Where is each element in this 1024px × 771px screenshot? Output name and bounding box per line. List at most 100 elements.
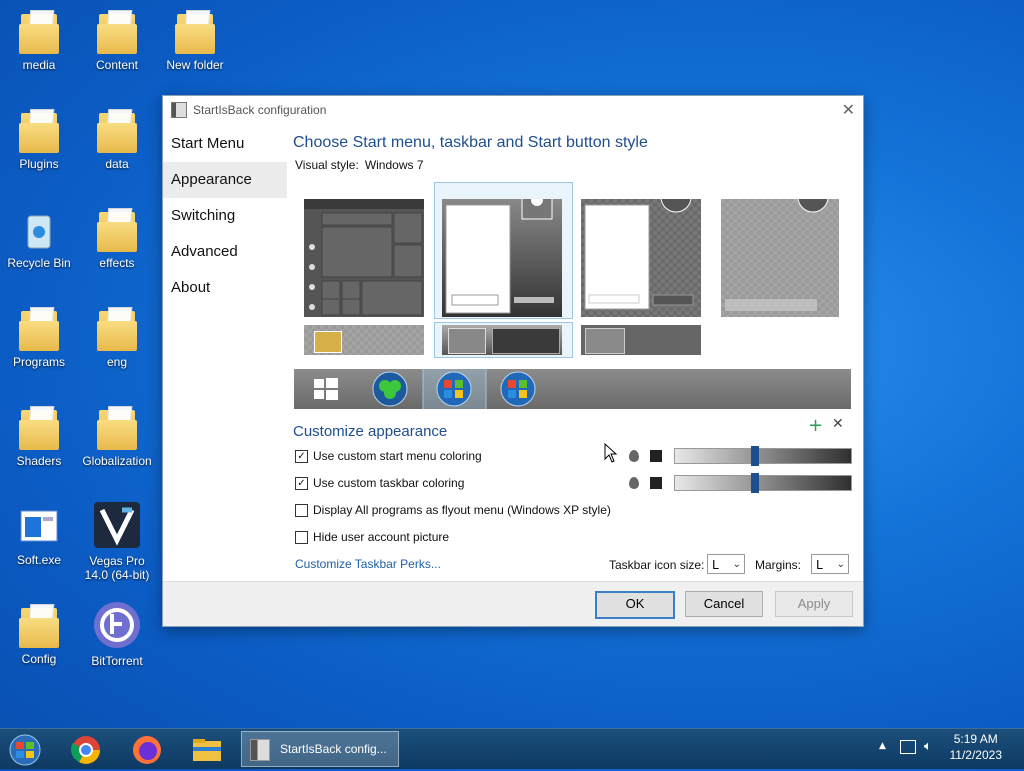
clock[interactable]: 5:19 AM 11/2/2023 — [950, 731, 1003, 763]
desktop-icon-recycle-bin[interactable]: Recycle Bin — [0, 208, 78, 270]
icon-size-label: Taskbar icon size: — [609, 558, 705, 572]
chevron-down-icon: ⌄ — [836, 559, 845, 570]
checkbox[interactable] — [295, 530, 308, 544]
icon-size-select[interactable]: L ⌄ — [707, 554, 745, 574]
desktop-icon-config[interactable]: Config — [0, 604, 78, 666]
file-explorer-taskbar-icon[interactable] — [187, 733, 231, 765]
folder-icon — [97, 406, 137, 450]
close-icon[interactable]: ✕ — [842, 100, 855, 120]
ok-button[interactable]: OK — [595, 591, 675, 619]
app-icon — [250, 738, 270, 761]
nav-item-about[interactable]: About — [163, 270, 287, 306]
folder-icon — [19, 406, 59, 450]
desktop-icon-effects[interactable]: effects — [78, 208, 156, 270]
folder-icon — [19, 109, 59, 153]
nav-item-start-menu[interactable]: Start Menu — [163, 126, 287, 162]
transparency-icon[interactable] — [629, 450, 639, 462]
taskbar-style-thumb-1[interactable] — [304, 325, 424, 355]
desktop-icon-label: Config — [21, 652, 57, 666]
style-thumb-windows7[interactable] — [442, 188, 562, 317]
folder-icon — [175, 10, 215, 54]
recycle-bin-icon — [19, 208, 59, 252]
desktop-icon-globalization[interactable]: Globalization — [78, 406, 156, 468]
cancel-button[interactable]: Cancel — [685, 591, 763, 617]
desktop-icon-bittorrent[interactable]: BitTorrent — [78, 600, 156, 668]
option-label: Display All programs as flyout menu (Win… — [313, 503, 611, 517]
taskbar-window-label: StartIsBack config... — [280, 742, 387, 756]
desktop-icon-label: Recycle Bin — [7, 256, 71, 270]
desktop-icon-shaders[interactable]: Shaders — [0, 406, 78, 468]
transparency-icon[interactable] — [629, 477, 639, 489]
clock-time: 5:19 AM — [953, 732, 998, 746]
remove-icon[interactable]: ✕ — [832, 416, 844, 432]
desktop-icon-label: Programs — [12, 355, 65, 369]
windows-start-icon — [9, 734, 41, 766]
desktop-icon-new-folder[interactable]: New folder — [156, 10, 234, 72]
margins-label: Margins: — [755, 558, 802, 572]
checkbox[interactable] — [295, 503, 308, 517]
mouse-cursor-icon — [604, 443, 618, 463]
start-button[interactable] — [5, 733, 49, 766]
add-icon[interactable]: + — [808, 415, 823, 436]
checkbox[interactable]: ✓ — [295, 476, 308, 490]
icon-size-value: L — [712, 558, 719, 572]
desktop-icon-label: eng — [106, 355, 128, 369]
folder-icon — [97, 10, 137, 54]
desktop-icon-eng[interactable]: eng — [78, 307, 156, 369]
chrome-taskbar-icon[interactable] — [66, 733, 110, 765]
desktop-icon-soft-exe[interactable]: Soft.exe — [0, 505, 78, 567]
firefox-taskbar-icon[interactable] — [127, 733, 171, 765]
visual-style-label: Visual style: — [295, 158, 359, 172]
desktop-icon-data[interactable]: data — [78, 109, 156, 171]
style-thumb-windows10[interactable] — [304, 199, 424, 317]
nav-item-appearance[interactable]: Appearance — [163, 162, 287, 198]
network-icon[interactable] — [900, 740, 916, 754]
clock-date: 11/2/2023 — [949, 748, 1003, 762]
margins-value: L — [816, 558, 823, 572]
desktop-icon-media[interactable]: media — [0, 10, 78, 72]
option-label: Hide user account picture — [313, 530, 450, 544]
taskbar-color-slider[interactable] — [674, 473, 852, 493]
appearance-panel: Choose Start menu, taskbar and Start but… — [293, 126, 853, 172]
slider-thumb[interactable] — [751, 446, 759, 466]
start-menu-color-swatch[interactable] — [650, 450, 662, 462]
taskbar-style-thumb-2[interactable] — [442, 325, 562, 355]
margins-select[interactable]: L ⌄ — [811, 554, 849, 574]
style-thumb-windows8[interactable] — [581, 181, 701, 317]
option-label: Use custom start menu coloring — [313, 449, 482, 463]
desktop-icon-plugins[interactable]: Plugins — [0, 109, 78, 171]
option-flyout-all-programs[interactable]: Display All programs as flyout menu (Win… — [295, 503, 611, 517]
taskbar-window-button[interactable]: StartIsBack config... — [241, 731, 399, 767]
option-custom-taskbar-coloring[interactable]: ✓ Use custom taskbar coloring — [295, 476, 464, 490]
slider-thumb[interactable] — [751, 473, 759, 493]
tray-overflow-chevron-icon[interactable]: ▲ — [879, 741, 886, 751]
window-app-icon — [19, 505, 59, 549]
customize-taskbar-perks-link[interactable]: Customize Taskbar Perks... — [295, 557, 441, 571]
desktop-icon-vegas-pro[interactable]: Vegas Pro 14.0 (64-bit) — [78, 500, 156, 582]
apply-button[interactable]: Apply — [775, 591, 853, 617]
taskbar-color-swatch[interactable] — [650, 477, 662, 489]
folder-icon — [19, 307, 59, 351]
style-thumb-plain[interactable] — [721, 181, 839, 317]
option-hide-user-picture[interactable]: Hide user account picture — [295, 530, 449, 544]
visual-style-row: Visual style: Windows 7 — [293, 158, 853, 172]
folder-icon — [97, 109, 137, 153]
desktop-icon-label: Shaders — [16, 454, 62, 468]
desktop-icon-label: BitTorrent — [91, 654, 143, 668]
start-menu-color-slider[interactable] — [674, 446, 852, 466]
nav-item-switching[interactable]: Switching — [163, 198, 287, 234]
desktop-icon-label: Soft.exe — [16, 553, 62, 567]
volume-muted-icon[interactable]: 🔈︎ — [924, 739, 932, 754]
desktop-icon-label: Vegas Pro 14.0 (64-bit) — [84, 554, 150, 582]
nav-item-advanced[interactable]: Advanced — [163, 234, 287, 270]
folder-icon — [97, 307, 137, 351]
taskbar-style-thumb-3[interactable] — [581, 325, 701, 355]
folder-icon — [19, 10, 59, 54]
vegas-pro-icon — [92, 500, 142, 550]
desktop-icon-content[interactable]: Content — [78, 10, 156, 72]
window-title: StartIsBack configuration — [193, 103, 327, 117]
checkbox[interactable]: ✓ — [295, 449, 308, 463]
desktop-icon-programs[interactable]: Programs — [0, 307, 78, 369]
option-custom-start-menu-coloring[interactable]: ✓ Use custom start menu coloring — [295, 449, 482, 463]
customize-heading: Customize appearance — [293, 423, 448, 440]
